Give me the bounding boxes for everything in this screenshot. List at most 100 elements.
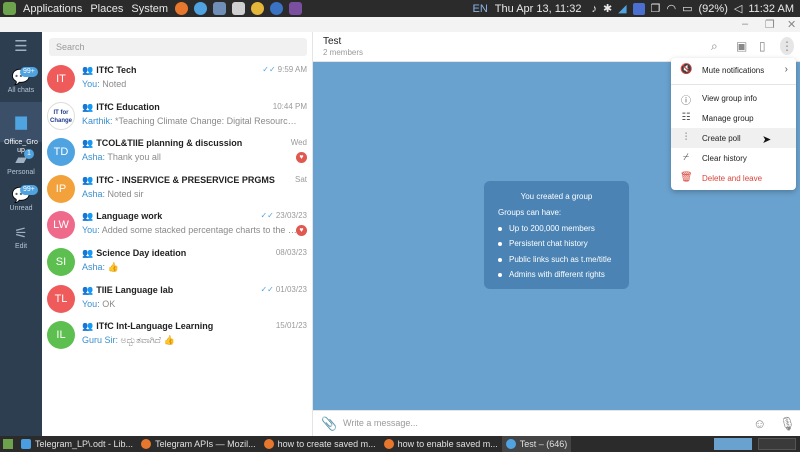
keyboard-layout[interactable]: EN <box>473 3 488 15</box>
more-options-icon[interactable]: ⋮ <box>780 37 794 55</box>
folder-office-group[interactable]: ▆ Office_Gro up <box>0 102 42 154</box>
mouse-cursor-icon: ➤ <box>762 134 772 146</box>
chat-title[interactable]: Test <box>323 36 341 47</box>
app-launcher-icon[interactable] <box>289 2 303 15</box>
emoji-icon[interactable]: ☺ <box>753 416 766 431</box>
chat-row[interactable]: IT for Change 👥 ITfC Education 10:44 PM Kart… <box>42 99 313 136</box>
card-feature: Up to 200,000 members <box>498 224 595 233</box>
taskbar-item[interactable]: Telegram_LP\.odt - Lib... <box>17 436 137 452</box>
folder-unread[interactable]: 💬 Unread 99+ <box>0 184 42 216</box>
chat-name: 👥 ITfC Int-Language Learning <box>82 321 213 332</box>
chat-time: 10:44 PM <box>271 102 307 111</box>
copy-tray-icon[interactable]: ❐ <box>651 2 661 15</box>
chrome-launcher-icon[interactable] <box>251 2 265 15</box>
telegram-launcher-icon[interactable] <box>194 2 208 15</box>
chat-time-text: 9:59 AM <box>277 65 307 74</box>
taskbar-item[interactable]: Telegram APIs — Mozil... <box>137 436 260 452</box>
chat-row[interactable]: TL 👥 TIIE Language lab ✓✓ 01/03/23 You: OK <box>42 282 313 319</box>
view-group-info-item[interactable]: ⓘ View group info <box>671 88 796 108</box>
person-chat-icon: ▰ <box>15 151 27 168</box>
chat-preview: Guru Sir: ಅದ್ಭುತವಾಗಿದೆ 👍 <box>82 335 300 346</box>
logo-text: IT for Change <box>49 109 72 124</box>
reaction-heart-icon: ♥ <box>296 152 307 164</box>
manage-group-item[interactable]: ☷ Manage group <box>671 108 796 128</box>
bluetooth-icon[interactable]: ✱ <box>603 2 612 15</box>
close-icon[interactable]: ✕ <box>787 18 796 31</box>
taskbar-item[interactable]: how to enable saved m... <box>380 436 502 452</box>
clear-history-item[interactable]: ⌿ Clear history <box>671 148 796 168</box>
delete-and-leave-item[interactable]: 🗑 Delete and leave <box>671 168 796 188</box>
sidebar-toggle-icon[interactable]: ▯ <box>759 39 766 53</box>
chat-time-text: 23/03/23 <box>275 211 307 221</box>
voice-chat-icon[interactable]: ▣ <box>736 39 747 53</box>
read-check-icon: ✓✓ <box>260 211 274 221</box>
hamburger-menu-button[interactable]: ☰ <box>0 38 42 58</box>
chat-name: 👥 TIIE Language lab <box>82 285 173 296</box>
chat-message: Noted sir <box>107 188 144 199</box>
text-editor-launcher-icon[interactable] <box>232 2 246 15</box>
menu-label: View group info <box>702 94 757 103</box>
workspace-switcher[interactable] <box>714 438 752 450</box>
messenger-launcher-icon[interactable] <box>270 2 284 15</box>
folder-all-chats[interactable]: 💬 All chats 99+ <box>0 66 42 98</box>
info-icon: ⓘ <box>681 96 691 107</box>
menu-label: Delete and leave <box>702 174 763 183</box>
applications-menu[interactable]: Applications <box>19 3 86 15</box>
folder-edit[interactable]: ⚟ Edit <box>0 222 42 250</box>
chat-row[interactable]: IL 👥 ITfC Int-Language Learning 15/01/23 Gur… <box>42 318 313 355</box>
chat-preview: Asha: Thank you all <box>82 152 300 162</box>
chat-row[interactable]: IT 👥 ITfC Tech ✓✓ 9:59 AM You: Noted <box>42 62 313 99</box>
clock[interactable]: Thu Apr 13, 11:32 <box>495 3 582 15</box>
chat-name: 👥 ITfC Tech <box>82 65 137 76</box>
chat-row[interactable]: TD 👥 TCOL&TIIE planning & discussion Wed Ash… <box>42 135 313 172</box>
workspace-switcher-2[interactable] <box>758 438 796 450</box>
chat-options-menu: 🔇 Mute notifications › ⓘ View group info… <box>671 58 796 190</box>
volume-icon[interactable]: ◁ <box>734 2 742 15</box>
places-menu[interactable]: Places <box>86 3 127 15</box>
menu-label: Clear history <box>702 154 747 163</box>
chat-row[interactable]: SI 👥 Science Day ideation 08/03/23 Asha: 👍 <box>42 245 313 282</box>
chat-time: ✓✓ 9:59 AM <box>262 65 307 74</box>
microphone-icon[interactable]: 🎙 <box>779 416 796 432</box>
wifi-icon[interactable]: ◠ <box>667 2 677 15</box>
chat-name-text: ITfC Education <box>96 101 160 112</box>
chat-avatar-logo: IT for Change <box>47 101 75 130</box>
chat-message: Noted <box>102 79 127 89</box>
time-right[interactable]: 11:32 AM <box>748 3 794 15</box>
chat-name: 👥 ITfC - INSERVICE & PRESERVICE PRGMS <box>82 175 275 186</box>
mute-notifications-item[interactable]: 🔇 Mute notifications › <box>671 60 796 80</box>
battery-icon[interactable]: ▭ <box>682 2 692 15</box>
message-input[interactable]: Write a message... <box>343 418 418 428</box>
minimize-icon[interactable]: – <box>742 18 748 30</box>
folder-icon: ▆ <box>15 113 27 130</box>
chat-avatar: SI <box>47 248 75 276</box>
folder-personal[interactable]: ▰ Personal 1 <box>0 148 42 180</box>
search-icon[interactable]: ⌕ <box>711 39 718 54</box>
system-top-bar: Applications Places System EN Thu Apr 13… <box>0 0 800 17</box>
chat-sender: You: <box>82 298 100 309</box>
system-menu[interactable]: System <box>127 3 172 15</box>
chat-time-text: 10:44 PM <box>272 101 307 111</box>
telegram-tray-icon[interactable]: ◢ <box>618 2 626 15</box>
taskbar-item[interactable]: Test – (646) <box>501 436 572 452</box>
taskbar: Telegram_LP\.odt - Lib... Telegram APIs … <box>0 436 800 452</box>
create-poll-item[interactable]: ⫶ Create poll <box>671 128 796 148</box>
search-input[interactable]: Search <box>49 38 307 56</box>
show-desktop-icon[interactable] <box>3 439 13 449</box>
reaction-heart-icon: ♥ <box>296 225 307 237</box>
chat-row[interactable]: IP 👥 ITfC - INSERVICE & PRESERVICE PRGMS Sa… <box>42 172 313 209</box>
firefox-launcher-icon[interactable] <box>175 2 189 15</box>
screenshot-tray-icon[interactable] <box>632 2 645 15</box>
maximize-icon[interactable]: ❐ <box>765 18 775 31</box>
attach-icon[interactable]: 📎 <box>321 416 337 432</box>
os-logo-icon[interactable] <box>3 2 16 15</box>
chat-avatar: LW <box>47 211 75 240</box>
taskbar-item[interactable]: how to create saved m... <box>260 436 380 452</box>
chat-row[interactable]: LW 👥 Language work ✓✓ 23/03/23 You: Added som… <box>42 208 313 245</box>
read-check-icon: ✓✓ <box>260 284 274 294</box>
manage-icon: ☷ <box>681 112 691 123</box>
files-launcher-icon[interactable] <box>213 2 227 15</box>
sound-icon[interactable]: ♪ <box>591 3 597 15</box>
unread-badge: 99+ <box>20 67 38 77</box>
chat-preview: You: Added some stacked percentage chart… <box>82 225 300 235</box>
